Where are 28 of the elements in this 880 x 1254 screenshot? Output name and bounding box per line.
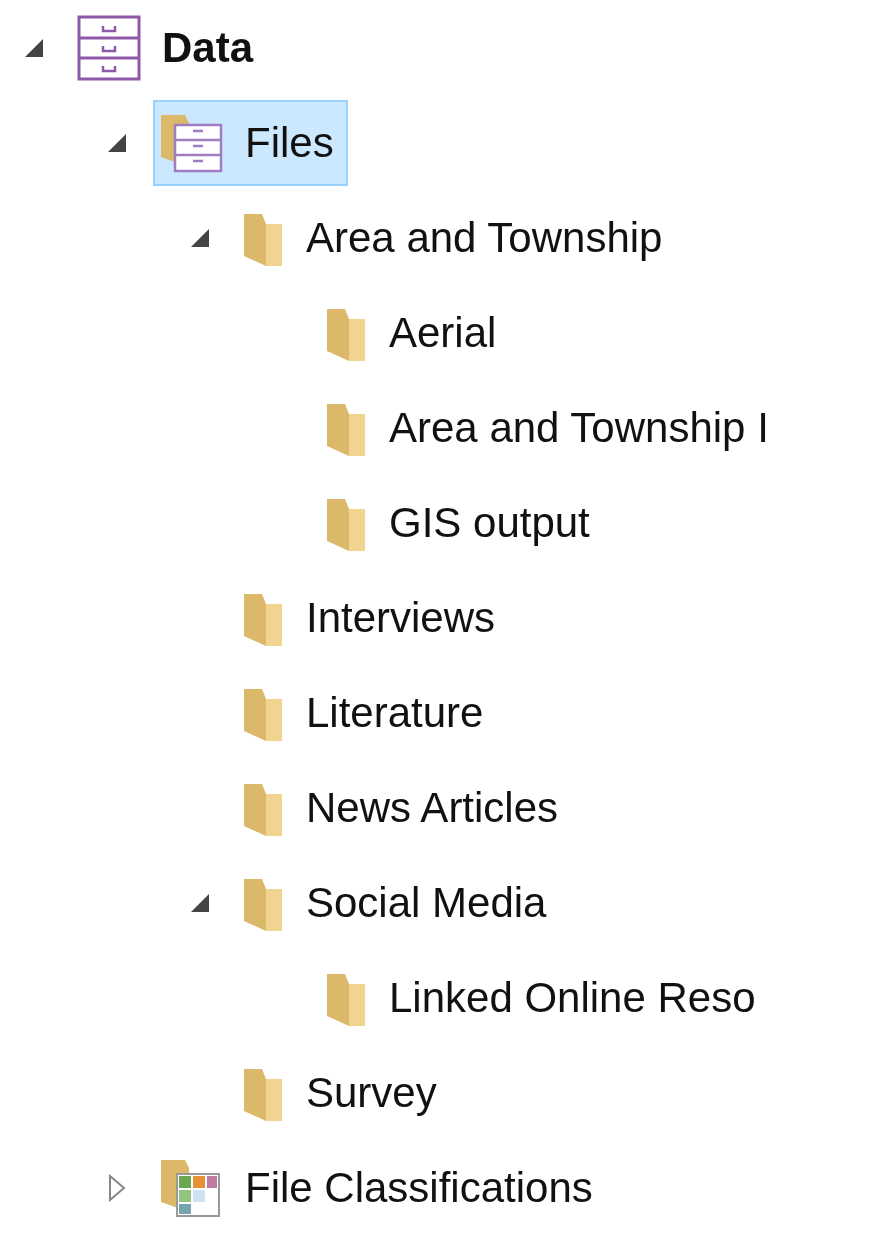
item-label: GIS output — [389, 498, 590, 547]
tree-item[interactable]: Files — [153, 99, 348, 186]
item-label: Area and Township — [306, 213, 663, 262]
cabinet-icon — [76, 13, 142, 82]
tree-item[interactable]: Literature — [236, 669, 498, 756]
tree-item[interactable]: Area and Township — [236, 194, 677, 281]
item-label: Aerial — [389, 308, 497, 357]
tree-item[interactable]: Data — [70, 4, 268, 91]
tree-item[interactable]: Linked Online Reso — [319, 954, 770, 1041]
item-label: Social Media — [306, 878, 547, 927]
item-label: Files — [245, 118, 334, 167]
tree-item[interactable]: Interviews — [236, 574, 510, 661]
item-label: Survey — [306, 1068, 437, 1117]
item-label: Literature — [306, 688, 484, 737]
item-label: Linked Online Reso — [389, 973, 756, 1022]
tree-item[interactable]: Social Media — [236, 859, 561, 946]
item-label: Interviews — [306, 593, 496, 642]
item-label: File Classifications — [245, 1163, 593, 1212]
tree-item[interactable]: Aerial — [319, 289, 511, 376]
tree-item[interactable]: Survey — [236, 1049, 451, 1136]
tree-item[interactable]: News Articles — [236, 764, 573, 851]
tree-item[interactable]: Area and Township I — [319, 384, 783, 471]
item-label: Data — [162, 23, 254, 72]
item-label: Area and Township I — [389, 403, 769, 452]
collapsed-arrow-icon[interactable] — [108, 1173, 126, 1202]
tree-item[interactable]: GIS output — [319, 479, 604, 566]
item-label: News Articles — [306, 783, 559, 832]
tree-item[interactable]: File Classifications — [153, 1144, 607, 1231]
